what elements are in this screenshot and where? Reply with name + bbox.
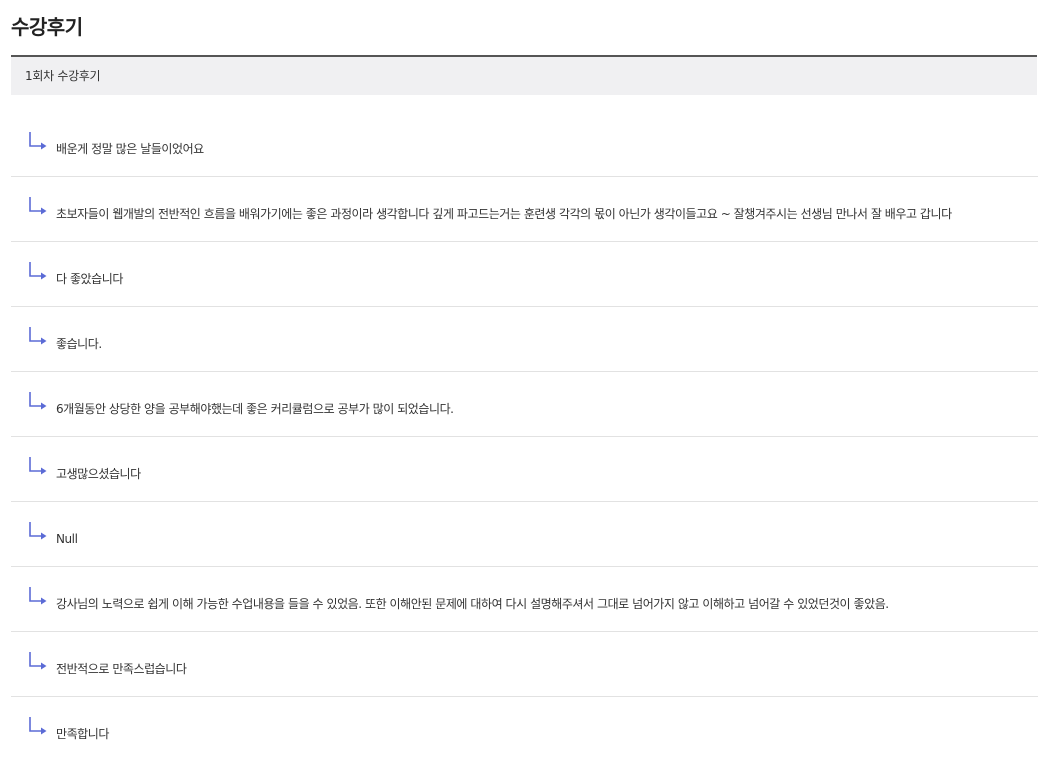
section-header: 1회차 수강후기 (11, 55, 1037, 95)
review-text: 초보자들이 웹개발의 전반적인 흐름을 배워가기에는 좋은 과정이라 생각합니다… (56, 207, 952, 221)
section-header-label: 1회차 수강후기 (25, 69, 101, 83)
review-item: 전반적으로 만족스럽습니다 (11, 632, 1038, 697)
review-item: Null (11, 502, 1038, 567)
review-text: 6개월동안 상당한 양을 공부해야했는데 좋은 커리큘럼으로 공부가 많이 되었… (56, 402, 454, 416)
review-item: 강사님의 노력으로 쉽게 이해 가능한 수업내용을 들을 수 있었음. 또한 이… (11, 567, 1038, 632)
review-text: 배운게 정말 많은 날들이었어요 (56, 142, 204, 156)
review-item: 좋습니다. (11, 307, 1038, 372)
review-text: 고생많으셨습니다 (56, 467, 141, 481)
page-title: 수강후기 (11, 15, 83, 39)
review-list: 배운게 정말 많은 날들이었어요 초보자들이 웹개발의 전반적인 흐름을 배워가… (11, 112, 1038, 762)
review-item: 고생많으셨습니다 (11, 437, 1038, 502)
reply-arrow-icon (28, 391, 48, 413)
reply-arrow-icon (28, 326, 48, 348)
review-item: 초보자들이 웹개발의 전반적인 흐름을 배워가기에는 좋은 과정이라 생각합니다… (11, 177, 1038, 242)
review-text: 좋습니다. (56, 337, 102, 351)
reply-arrow-icon (28, 521, 48, 543)
review-item: 다 좋았습니다 (11, 242, 1038, 307)
reply-arrow-icon (28, 261, 48, 283)
reply-arrow-icon (28, 716, 48, 738)
review-item: 6개월동안 상당한 양을 공부해야했는데 좋은 커리큘럼으로 공부가 많이 되었… (11, 372, 1038, 437)
review-text: 전반적으로 만족스럽습니다 (56, 662, 187, 676)
reply-arrow-icon (28, 131, 48, 153)
review-text: 다 좋았습니다 (56, 272, 123, 286)
reply-arrow-icon (28, 586, 48, 608)
review-item: 만족합니다 (11, 697, 1038, 762)
reply-arrow-icon (28, 456, 48, 478)
review-text: Null (56, 532, 78, 546)
reply-arrow-icon (28, 651, 48, 673)
review-item: 배운게 정말 많은 날들이었어요 (11, 112, 1038, 177)
review-text: 강사님의 노력으로 쉽게 이해 가능한 수업내용을 들을 수 있었음. 또한 이… (56, 597, 889, 611)
review-text: 만족합니다 (56, 727, 109, 741)
reply-arrow-icon (28, 196, 48, 218)
